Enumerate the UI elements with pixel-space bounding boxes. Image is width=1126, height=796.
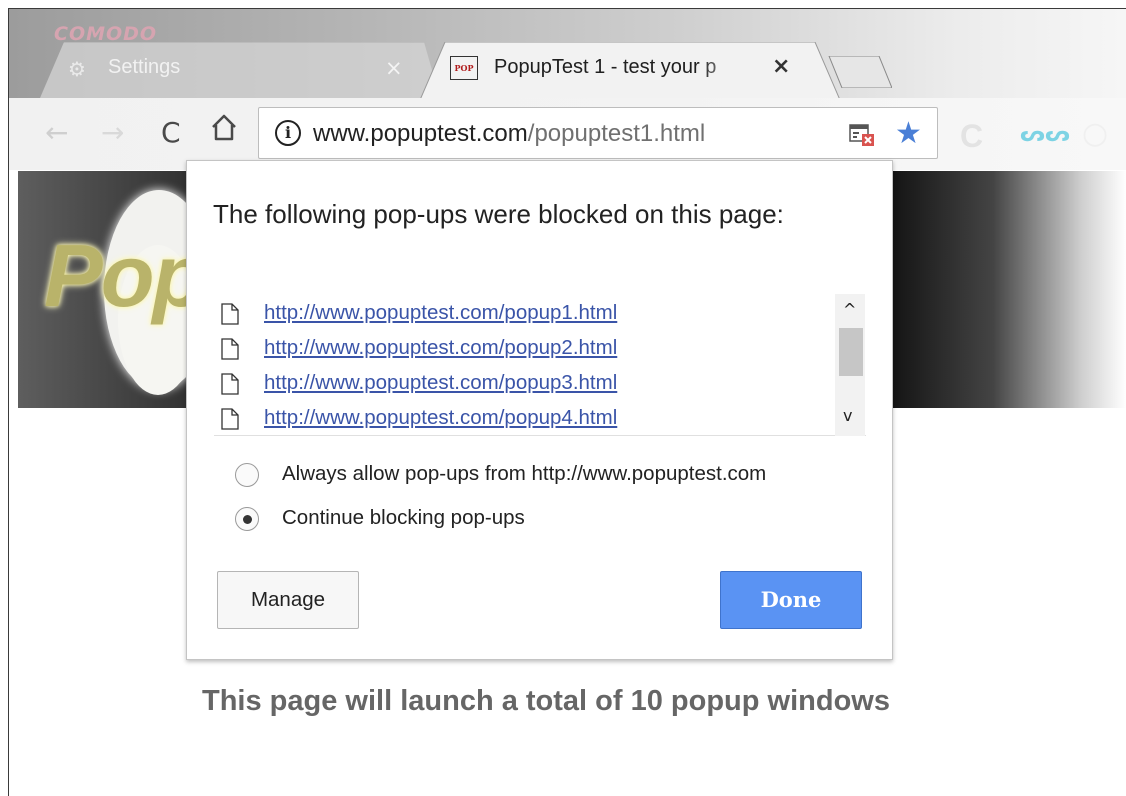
gear-icon: ⚙ <box>68 57 86 81</box>
tab-label: Settings <box>108 56 181 78</box>
list-item: http://www.popuptest.com/popup3.html <box>214 367 834 402</box>
document-icon <box>221 303 239 325</box>
back-arrow-icon[interactable]: ← <box>45 118 68 148</box>
list-scrollbar[interactable]: ^ v <box>835 294 865 436</box>
tab-popuptest[interactable]: POP PopupTest 1 - test your p × <box>420 42 840 100</box>
bubble-title: The following pop-ups were blocked on th… <box>213 199 784 229</box>
url-text: www.popuptest.com/popuptest1.html <box>313 120 706 147</box>
always-allow-radio[interactable] <box>235 463 259 487</box>
browser-window: COMODO ⚙ Settings × POP PopupTest 1 - te… <box>0 0 1126 796</box>
bookmark-star-icon[interactable]: ★ <box>895 116 922 151</box>
reload-icon[interactable]: C <box>161 118 181 148</box>
close-icon[interactable]: × <box>385 56 403 80</box>
chevron-up-icon[interactable]: ^ <box>843 300 856 319</box>
popup-blocked-bubble: The following pop-ups were blocked on th… <box>186 160 893 660</box>
list-item: http://www.popuptest.com/popup4.html <box>214 402 834 437</box>
popuptest-favicon-icon: POP <box>450 56 478 80</box>
radio-label: Continue blocking pop-ups <box>282 506 525 529</box>
info-icon[interactable]: i <box>275 120 301 146</box>
manage-button[interactable]: Manage <box>217 571 359 629</box>
popuptest-logo: Pop <box>44 226 206 325</box>
blocked-popup-link[interactable]: http://www.popuptest.com/popup2.html <box>264 336 617 360</box>
forward-arrow-icon[interactable]: → <box>101 118 124 148</box>
chevron-down-icon[interactable]: v <box>843 406 852 425</box>
list-item: http://www.popuptest.com/popup2.html <box>214 332 834 367</box>
blocked-popup-link[interactable]: http://www.popuptest.com/popup1.html <box>264 301 617 325</box>
tab-settings[interactable]: ⚙ Settings × <box>40 42 440 98</box>
page-message: This page will launch a total of 10 popu… <box>202 685 890 717</box>
home-icon[interactable] <box>209 112 239 142</box>
extension-wave-icon[interactable]: ᔕᔕ <box>1020 122 1070 147</box>
always-allow-option[interactable]: Always allow pop-ups from http://www.pop… <box>235 459 875 491</box>
document-icon <box>221 338 239 360</box>
extension-icon[interactable]: C <box>960 118 983 155</box>
document-icon <box>221 373 239 395</box>
continue-blocking-option[interactable]: Continue blocking pop-ups <box>235 503 875 535</box>
tab-label: PopupTest 1 - test your p <box>494 56 717 78</box>
continue-blocking-radio[interactable] <box>235 507 259 531</box>
blocked-popup-link[interactable]: http://www.popuptest.com/popup4.html <box>264 406 617 430</box>
blocked-popup-list: http://www.popuptest.com/popup1.html htt… <box>214 294 866 436</box>
done-button[interactable]: Done <box>720 571 862 629</box>
address-bar[interactable]: i www.popuptest.com/popuptest1.html ★ <box>258 107 938 159</box>
close-icon[interactable]: × <box>772 54 790 79</box>
popup-blocked-icon[interactable] <box>849 123 875 147</box>
scroll-thumb[interactable] <box>839 328 863 376</box>
radio-label: Always allow pop-ups from http://www.pop… <box>282 462 767 485</box>
list-item: http://www.popuptest.com/popup1.html <box>214 297 834 332</box>
extension-icon[interactable]: ○ <box>1082 116 1108 151</box>
document-icon <box>221 408 239 430</box>
blocked-popup-link[interactable]: http://www.popuptest.com/popup3.html <box>264 371 617 395</box>
